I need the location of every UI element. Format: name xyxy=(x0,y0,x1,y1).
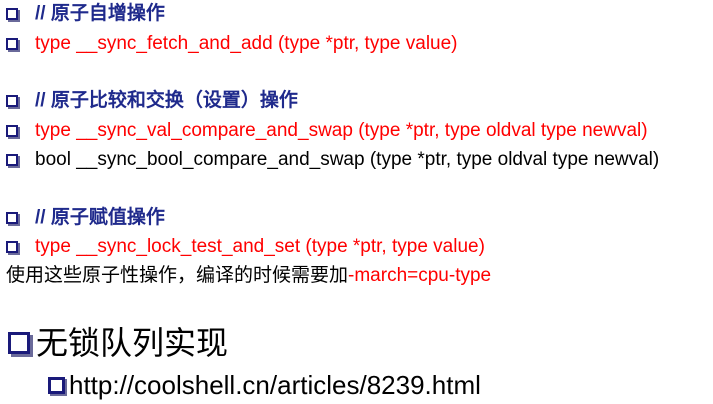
square-bullet-icon xyxy=(6,38,18,50)
square-bullet-icon xyxy=(48,377,65,394)
topic-title: 无锁队列实现 xyxy=(8,327,228,359)
code-line-fetch-and-add: type __sync_fetch_and_add (type *ptr, ty… xyxy=(6,34,458,53)
square-bullet-icon xyxy=(6,125,18,137)
compile-note: 使用这些原子性操作，编译的时候需要加-march=cpu-type xyxy=(6,265,492,286)
square-bullet-icon xyxy=(6,241,18,253)
square-bullet-icon xyxy=(6,154,18,166)
march-flag: -march=cpu-type xyxy=(348,265,492,286)
section-header-atomic-add: // 原子自增操作 xyxy=(6,4,165,23)
topic-link-line: http://coolshell.cn/articles/8239.html xyxy=(48,372,481,398)
code-line-lock-test-and-set: type __sync_lock_test_and_set (type *ptr… xyxy=(6,237,485,256)
section-header-atomic-assign: // 原子赋值操作 xyxy=(6,208,165,227)
code-line-val-compare-and-swap: type __sync_val_compare_and_swap (type *… xyxy=(6,121,648,140)
square-bullet-icon xyxy=(8,332,30,354)
square-bullet-icon xyxy=(6,8,18,20)
square-bullet-icon xyxy=(6,95,18,107)
section-header-compare-and-swap: // 原子比较和交换（设置）操作 xyxy=(6,91,298,110)
code-line-bool-compare-and-swap: bool __sync_bool_compare_and_swap (type … xyxy=(6,150,659,169)
coolshell-link[interactable]: http://coolshell.cn/articles/8239.html xyxy=(69,370,481,400)
square-bullet-icon xyxy=(6,212,18,224)
